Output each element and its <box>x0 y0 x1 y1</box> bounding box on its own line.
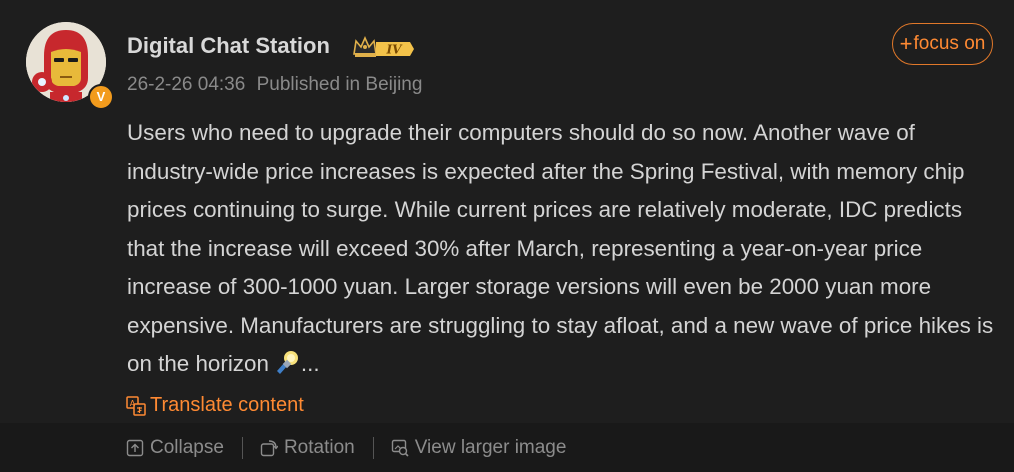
translate-content-label: Translate content <box>150 394 304 416</box>
svg-text:A: A <box>130 399 136 408</box>
rotation-label: Rotation <box>283 436 355 458</box>
light-bulb-emoji-icon <box>273 349 301 375</box>
translate-content-link[interactable]: A Translate content <box>126 394 304 417</box>
level-badge-text: IV <box>386 43 404 57</box>
follow-button[interactable]: + focus on <box>892 23 993 65</box>
crown-level-icon[interactable]: IV <box>352 34 416 60</box>
post-body: Users who need to upgrade their computer… <box>127 114 997 384</box>
collapse-label: Collapse <box>150 436 224 458</box>
post-meta: 26-2-26 04:36 Published in Beijing <box>127 74 422 96</box>
follow-button-label: focus on <box>913 33 986 54</box>
verified-badge: V <box>88 84 114 110</box>
post-timestamp: 26-2-26 04:36 <box>127 74 246 95</box>
image-toolbar: Collapse Rotation View larger image <box>0 423 1014 472</box>
plus-icon: + <box>899 31 913 56</box>
post-location: Published in Beijing <box>256 74 423 95</box>
view-larger-image-button[interactable]: View larger image <box>391 436 567 459</box>
view-larger-image-icon <box>391 439 409 457</box>
rotation-button[interactable]: Rotation <box>260 437 355 459</box>
author-avatar[interactable]: V <box>26 22 114 110</box>
toolbar-divider <box>241 436 243 459</box>
post-body-ellipsis[interactable]: ... <box>301 351 320 376</box>
collapse-icon <box>126 439 144 456</box>
rotate-icon <box>260 439 278 456</box>
author-name[interactable]: Digital Chat Station <box>127 33 330 59</box>
post-body-text: Users who need to upgrade their computer… <box>127 120 994 376</box>
translate-icon: A <box>126 395 146 416</box>
view-larger-image-label: View larger image <box>414 436 567 458</box>
toolbar-divider <box>372 436 374 459</box>
weibo-post-card: V Digital Chat Station IV 26-2-26 04:36 … <box>0 0 1014 472</box>
collapse-button[interactable]: Collapse <box>126 437 224 459</box>
